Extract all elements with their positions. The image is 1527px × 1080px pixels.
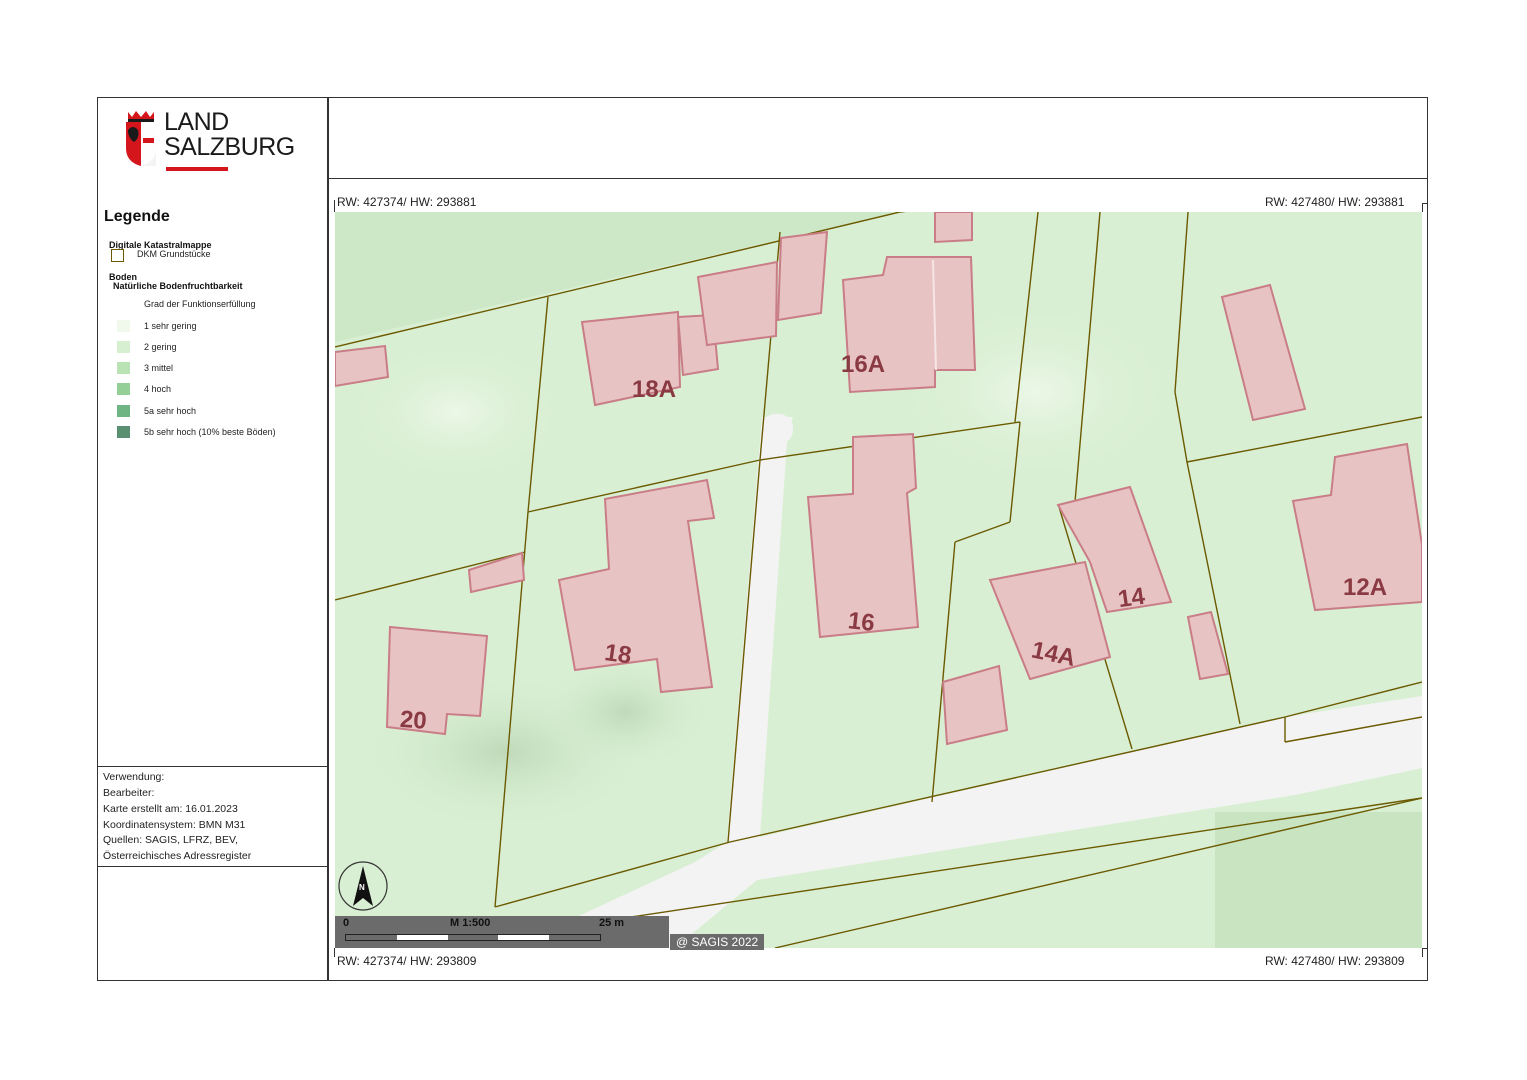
legend-swatch <box>117 405 130 417</box>
house-number-12a: 12A <box>1343 574 1387 601</box>
corner-tick <box>334 200 335 212</box>
legend-swatch <box>117 320 130 332</box>
scale-bar: 0 M 1:500 25 m <box>335 916 669 948</box>
corner-tick <box>1422 948 1423 957</box>
legend-title: Legende <box>104 208 170 225</box>
corner-tick <box>1422 948 1428 949</box>
building <box>696 260 779 347</box>
legend-group1-item: DKM Grundstücke <box>137 249 211 259</box>
coord-top-left: RW: 427374/ HW: 293881 <box>337 195 477 209</box>
logo-text: LAND SALZBURG <box>164 110 295 160</box>
road-vertical-cap <box>761 414 793 444</box>
legend-class-label: 2 gering <box>144 342 177 352</box>
legend-swatch <box>117 341 130 353</box>
meta-crs: Koordinatensystem: BMN M31 <box>103 819 246 831</box>
legend-group2-caption: Grad der Funktionserfüllung <box>144 299 256 309</box>
meta-created: Karte erstellt am: 16.01.2023 <box>103 803 238 815</box>
legend-class-label: 4 hoch <box>144 384 172 394</box>
coord-top-right: RW: 427480/ HW: 293881 <box>1265 195 1405 209</box>
coat-of-arms-icon <box>126 111 156 166</box>
copyright-label: @ SAGIS 2022 <box>670 934 765 950</box>
legend-class-label: 5b sehr hoch (10% beste Böden) <box>144 427 276 437</box>
coord-bottom-left: RW: 427374/ HW: 293809 <box>337 954 477 968</box>
legend-swatch <box>117 383 130 395</box>
meta-divider-top <box>97 766 328 768</box>
logo-line1: LAND <box>164 108 229 136</box>
house-number-14: 14 <box>1116 583 1147 614</box>
meta-divider-bottom <box>97 866 328 868</box>
house-number-16: 16 <box>847 607 876 637</box>
house-number-16a: 16A <box>841 351 885 378</box>
sidebar-divider <box>327 97 329 981</box>
darker-field <box>1215 812 1422 948</box>
scale-zero: 0 <box>343 917 350 929</box>
cadastral-map[interactable]: 18A 16A 18 16 20 14 14A 12A <box>335 212 1422 948</box>
legend-parcel-swatch <box>111 249 124 262</box>
scale-segments <box>345 934 601 941</box>
corner-tick <box>334 948 335 957</box>
legend-class-label: 1 sehr gering <box>144 321 197 331</box>
legend-swatch <box>117 426 130 438</box>
meta-usage: Verwendung: <box>103 771 165 783</box>
north-label: N <box>359 883 365 892</box>
logo-underline <box>166 167 228 171</box>
header-divider <box>327 178 1428 180</box>
house-number-20: 20 <box>399 706 428 735</box>
meta-editor: Bearbeiter: <box>103 787 155 799</box>
scale-label: M 1:500 <box>450 917 491 929</box>
house-number-18: 18 <box>603 639 633 669</box>
legend-class-label: 3 mittel <box>144 363 174 373</box>
north-arrow-icon: N <box>338 861 388 911</box>
corner-tick <box>1422 203 1423 212</box>
legend-group2-subtitle: Natürliche Bodenfruchtbarkeit <box>113 281 243 291</box>
corner-tick <box>1422 203 1428 204</box>
coord-bottom-right: RW: 427480/ HW: 293809 <box>1265 954 1405 968</box>
scale-end: 25 m <box>599 917 625 929</box>
meta-sources: Quellen: SAGIS, LFRZ, BEV, <box>103 834 239 846</box>
map-svg: 18A 16A 18 16 20 14 14A 12A <box>335 212 1422 948</box>
meta-sources-2: Österreichisches Adressregister <box>103 850 252 862</box>
legend-swatch <box>117 362 130 374</box>
house-number-18a: 18A <box>632 376 676 403</box>
legend-class-label: 5a sehr hoch <box>144 406 197 416</box>
logo-line2: SALZBURG <box>164 133 295 161</box>
building <box>934 212 973 244</box>
building <box>776 230 829 322</box>
